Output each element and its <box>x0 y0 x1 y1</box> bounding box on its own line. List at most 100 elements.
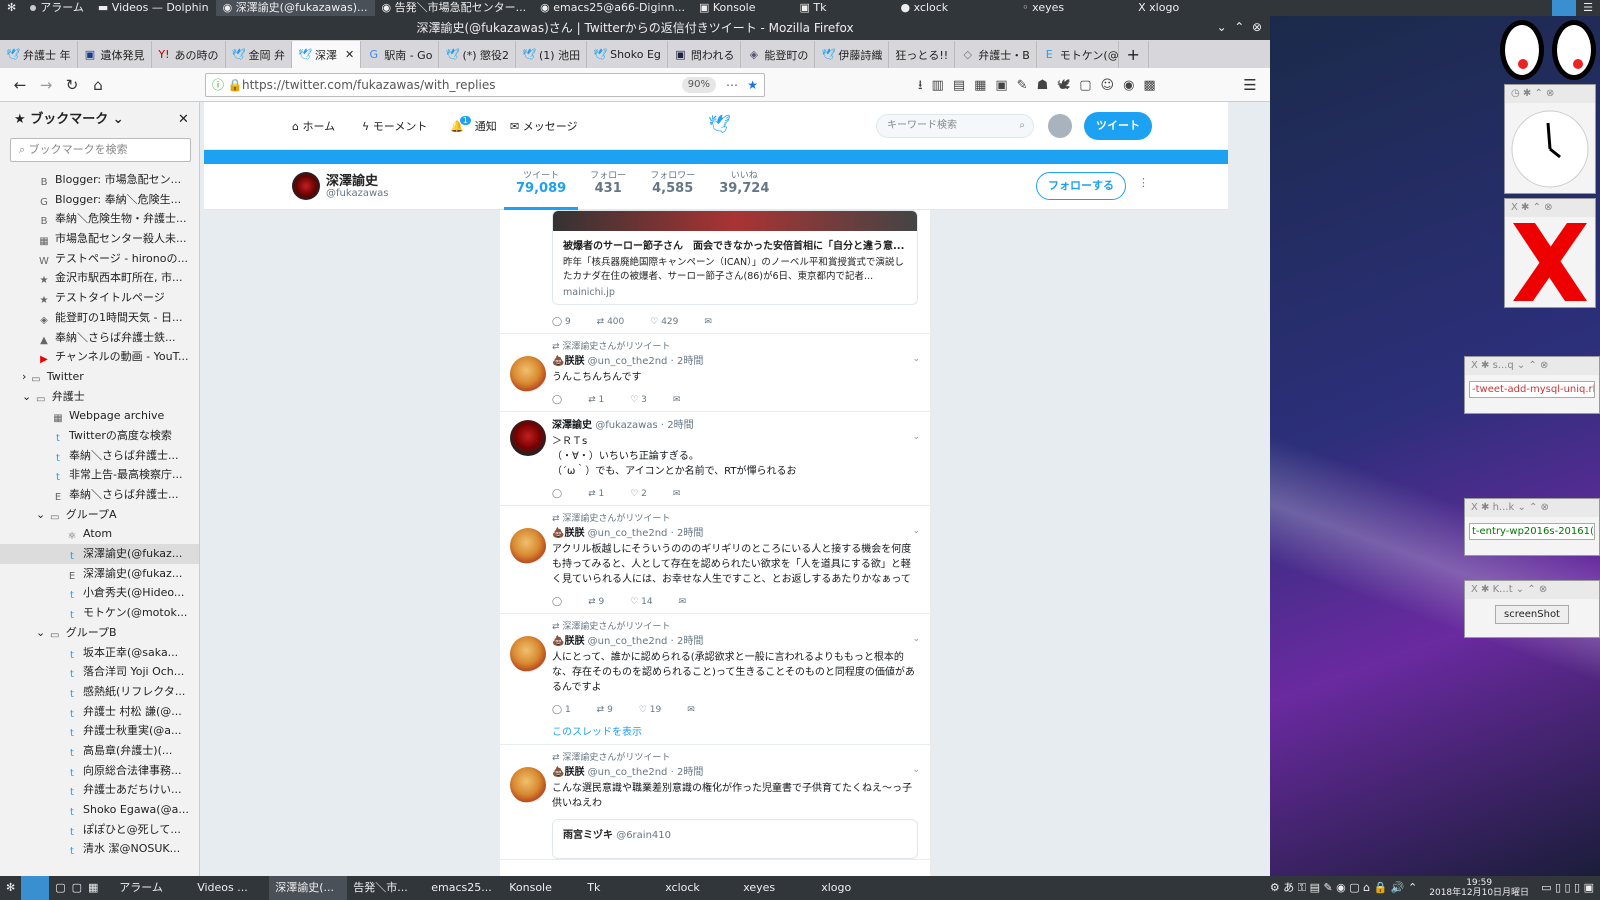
panel-item[interactable]: ▣ Konsole <box>692 0 763 16</box>
bookmark-item[interactable]: t Twitterの高度な検索 <box>0 426 199 446</box>
profile-stat[interactable]: フォロー 431 <box>578 168 638 210</box>
url-bar[interactable]: ⓘ 🔒 https://twitter.com/fukazawas/with_r… <box>205 73 765 97</box>
browser-tab[interactable]: G 駅南 - Go <box>361 41 440 68</box>
back-icon[interactable]: ← <box>10 75 30 95</box>
dm-icon[interactable]: ✉ <box>673 395 681 405</box>
bookmark-item[interactable]: ◈ 能登町の1時間天気 - 日... <box>0 308 199 328</box>
twitter-search-input[interactable]: キーワード検索 ⌕ <box>876 114 1034 138</box>
bookmark-item[interactable]: t 深澤諭史(@fukaz... <box>0 544 199 564</box>
follow-button[interactable]: フォローする <box>1036 172 1126 200</box>
bookmark-item[interactable]: t 感熱紙(リフレクタ... <box>0 682 199 702</box>
reply-icon[interactable]: ◯ <box>552 395 562 405</box>
profile-name[interactable]: 深澤諭史 <box>326 170 378 189</box>
bookmark-item[interactable]: B Blogger: 市場急配セン... <box>0 170 199 190</box>
bookmark-item[interactable]: G Blogger: 奉納＼危険生... <box>0 190 199 210</box>
tweet-item[interactable]: ⇄ 深澤諭史さんがリツイート 💩朕朕 @un_co_the2nd · 2時間 ⌄ 人に… <box>500 614 930 745</box>
chevron-down-icon[interactable]: ⌄ <box>912 354 920 364</box>
bookmark-star-icon[interactable]: ★ <box>747 74 758 96</box>
taskbar-item[interactable]: 告発＼市... <box>347 876 425 900</box>
browser-tab[interactable]: 🕊 金岡 弁 <box>226 41 292 68</box>
browser-tab[interactable]: ▣ 問われる <box>668 41 742 68</box>
taskbar-item[interactable]: Videos ... <box>191 876 269 900</box>
reply-icon[interactable]: ◯ 1 <box>552 705 571 715</box>
bookmark-item[interactable]: t ぽぽひと@死して... <box>0 820 199 840</box>
tk-titlebar[interactable]: X ✱ h...k ⌄ ⌃ ⊗ <box>1465 499 1599 517</box>
menu-icon[interactable]: ☰ <box>1576 0 1600 16</box>
browser-tab[interactable]: E モトケン(@ <box>1037 41 1119 68</box>
twitter-bird-icon[interactable]: 🕊 <box>708 114 731 135</box>
like-icon[interactable]: ♡ 429 <box>650 317 678 327</box>
taskbar-item[interactable]: アラーム <box>113 876 191 900</box>
taskbar-item[interactable]: Konsole <box>503 876 581 900</box>
screenshot-button[interactable]: screenShot <box>1495 605 1569 624</box>
tweet-author[interactable]: 💩朕朕 <box>552 528 584 539</box>
bookmark-item[interactable]: ▦ Webpage archive <box>0 406 199 426</box>
tweet-handle[interactable]: @fukazawas <box>595 420 658 431</box>
panel-item[interactable]: ● xclock <box>893 0 955 16</box>
browser-tab[interactable]: 🕊 (1) 池田 <box>516 41 588 68</box>
dm-icon[interactable]: ✉ <box>673 489 681 499</box>
xlogo-titlebar[interactable]: X ✱ ⌃ ⊗ <box>1505 199 1595 217</box>
avatar[interactable] <box>510 528 546 564</box>
like-icon[interactable]: ♡ 3 <box>630 395 647 405</box>
bookmark-item[interactable]: t 清水 潔@NOSUK... <box>0 839 199 859</box>
reply-icon[interactable]: ◯ <box>552 489 562 499</box>
tk-entry[interactable]: -tweet-add-mysql-uniq.rb <box>1469 381 1595 398</box>
browser-tab[interactable]: 狂っとる!! <box>889 41 956 68</box>
bookmark-folder[interactable]: › ▭ Twitter <box>0 367 199 387</box>
tweet-author[interactable]: 💩朕朕 <box>552 767 584 778</box>
panel-item[interactable]: ◉ 深澤諭史(@fukazawas)... <box>215 0 375 16</box>
panel-item[interactable]: ▬ Videos — Dolphin <box>91 0 216 16</box>
avatar[interactable] <box>1048 114 1072 138</box>
page-actions-icon[interactable]: ⋯ <box>726 74 738 96</box>
bookmark-item[interactable]: t 弁護士あだちけい... <box>0 780 199 800</box>
avatar[interactable] <box>510 420 546 456</box>
show-desktop-icon[interactable]: ▭ ▯ ▯ ▯ ▣ <box>1535 876 1600 900</box>
browser-tab-active[interactable]: 🕊 深澤 ✕ <box>292 41 362 68</box>
panel-item[interactable]: ◉ emacs25@a66-Diginn... <box>533 0 692 16</box>
link-card[interactable]: 被爆者のサーロー節子さん 面会できなかった安倍首相に「自分と違う意... 昨年「… <box>552 210 918 305</box>
tweet-time[interactable]: · 2時間 <box>671 356 704 367</box>
home-icon[interactable]: ⌂ <box>88 75 108 95</box>
tweet-time[interactable]: · 2時間 <box>671 767 704 778</box>
tweet-button[interactable]: ツイート <box>1084 112 1152 140</box>
tweet-item[interactable]: ⇄ 深澤諭史さんがリツイート 💩朕朕 @un_co_the2nd · 2時間 ⌄ こん… <box>500 745 930 860</box>
browser-tab[interactable]: 🕊 弁護士 年 <box>0 41 78 68</box>
avatar[interactable] <box>510 356 546 392</box>
profile-avatar[interactable] <box>292 172 320 200</box>
browser-tab[interactable]: Y! あの時の <box>152 41 226 68</box>
kde-menu-icon[interactable]: ✻ <box>0 0 23 16</box>
nav-messages[interactable]: ✉ メッセージ <box>510 118 578 134</box>
retweet-icon[interactable]: ⇄ 1 <box>588 489 604 499</box>
bookmark-item[interactable]: t 落合洋司 Yoji Och... <box>0 662 199 682</box>
panel-item[interactable]: ◦ xeyes <box>1015 0 1071 16</box>
window-controls[interactable]: ⌄ ⌃ ⊗ <box>1217 20 1262 34</box>
bookmark-folder[interactable]: ⌄ ▭ 弁護士 <box>0 387 199 407</box>
tk-titlebar[interactable]: X ✱ K...t ⌄ ⌃ ⊗ <box>1465 581 1599 599</box>
folder-toggle-icon[interactable]: ⌄ <box>36 626 49 639</box>
bookmark-item[interactable]: ★ 金沢市駅西本町所在, 市... <box>0 268 199 288</box>
bookmark-item[interactable]: t Shoko Egawa(@a... <box>0 800 199 820</box>
taskbar-item[interactable]: 深澤諭史(... <box>269 876 348 900</box>
sidebar-header[interactable]: ★ ブックマーク ⌄ ✕ <box>0 102 199 138</box>
bookmark-item[interactable]: t 非常上告-最高検察庁... <box>0 465 199 485</box>
system-tray[interactable]: ⚙ あ ⚿ ▤ ✎ ◉ ▢ ⌂ 🔒 🔊 ⌃ <box>1264 876 1423 900</box>
tweet-item[interactable]: ⇄ 深澤諭史さんがリツイート 💩朕朕 @un_co_the2nd · 2時間 ⌄ うん… <box>500 334 930 412</box>
like-icon[interactable]: ♡ 14 <box>630 597 652 607</box>
toolbar-icons[interactable]: ⭳▥▤▦▣✎☗🕊▢☺◉▩ <box>918 76 1165 98</box>
pager-icon[interactable] <box>21 876 50 900</box>
profile-stat[interactable]: フォロワー 4,585 <box>638 168 707 210</box>
taskbar-item[interactable]: xeyes <box>737 876 815 900</box>
browser-tab[interactable]: ◈ 能登町の <box>741 41 816 68</box>
chevron-down-icon[interactable]: ⌄ <box>912 765 920 775</box>
chevron-down-icon[interactable]: ⌄ <box>912 432 920 442</box>
profile-stat[interactable]: いいね 39,724 <box>707 168 781 210</box>
close-sidebar-icon[interactable]: ✕ <box>178 102 189 138</box>
like-icon[interactable]: ♡ 2 <box>630 489 647 499</box>
tweet-item[interactable]: 深澤諭史 @fukazawas · 2時間 ⌄ ＞ＲＴs （・∀・）いちいち正論すぎ… <box>500 412 930 506</box>
bookmark-item[interactable]: ▲ 奉納＼さらば弁護士鉄... <box>0 328 199 348</box>
bookmark-item[interactable]: ▶ チャンネルの動画 - YouT... <box>0 347 199 367</box>
kde-menu-icon[interactable]: ✻ <box>0 876 21 900</box>
bookmark-item[interactable]: ⚛ Atom <box>0 524 199 544</box>
panel-item[interactable]: ▣ Tk <box>793 0 834 16</box>
